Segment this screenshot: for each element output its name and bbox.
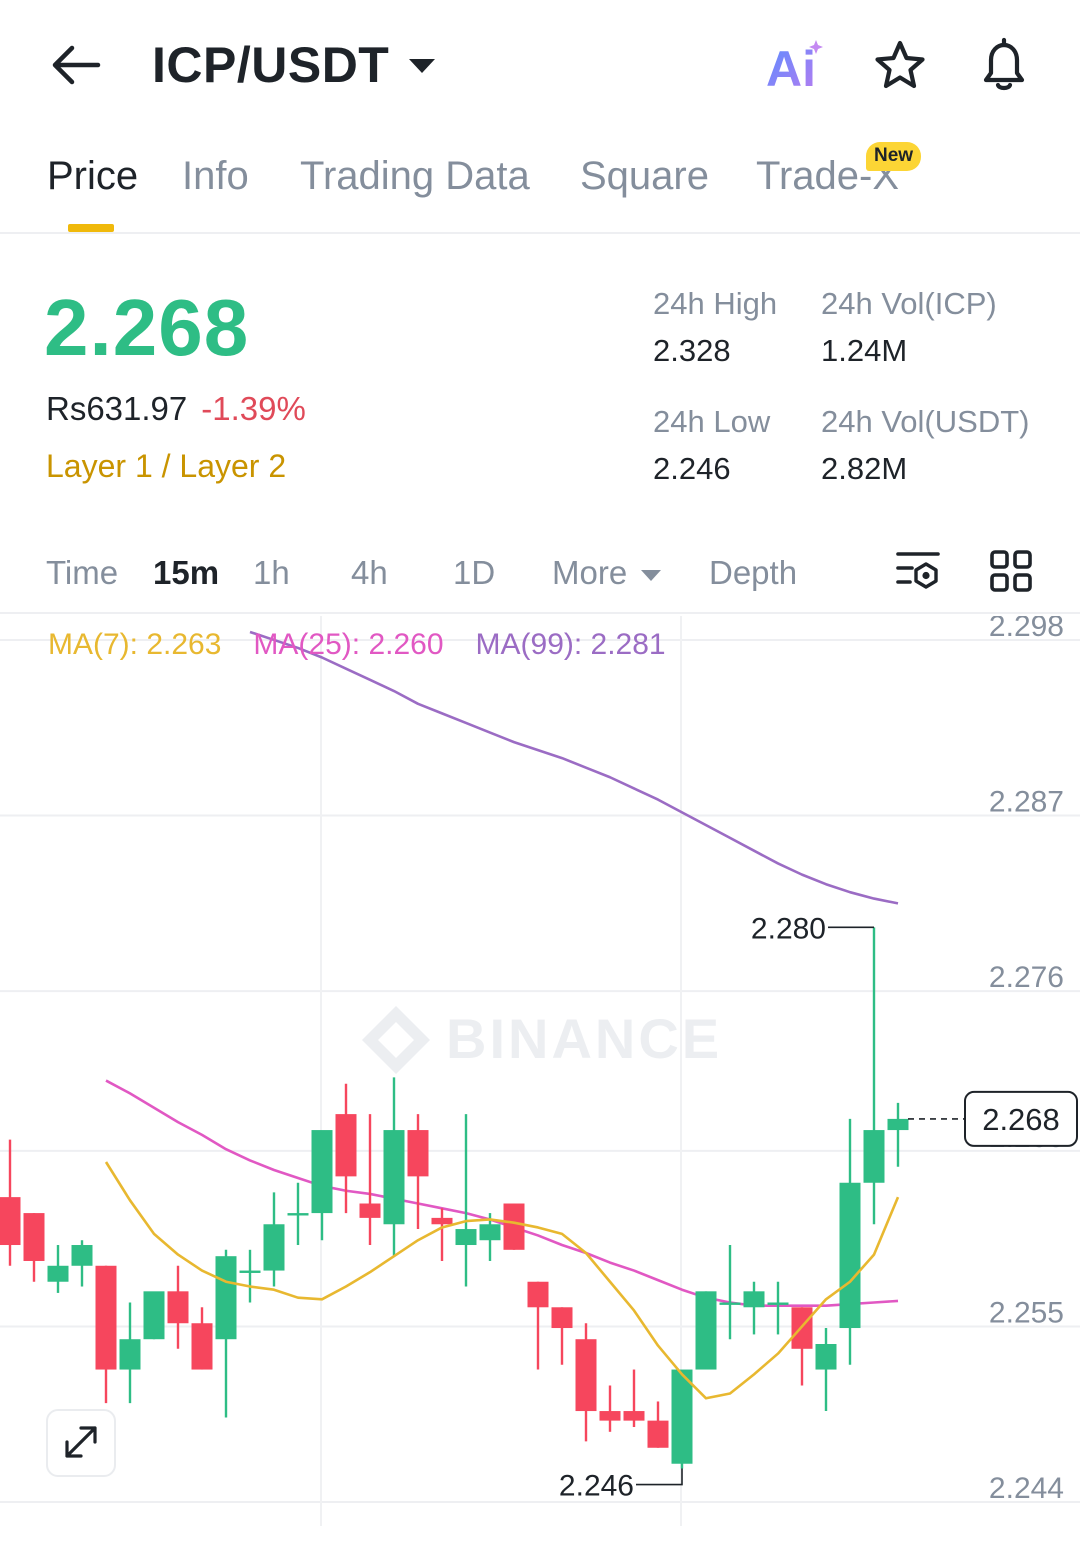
candle-body (311, 1130, 333, 1214)
interval-15m[interactable]: 15m (153, 554, 219, 592)
high-value: 2.328 (653, 333, 731, 368)
chevron-down-icon (409, 59, 436, 73)
candle-body (263, 1224, 285, 1271)
candle-body (167, 1291, 189, 1324)
candle-body (863, 1130, 885, 1183)
candle-body (695, 1291, 717, 1370)
more-label: More (552, 554, 628, 591)
candle-body (47, 1265, 69, 1282)
low-label: 24h Low (653, 404, 771, 439)
active-tab-indicator (68, 224, 114, 232)
pair-title: ICP/USDT (152, 37, 390, 93)
fiat-price: Rs631.97 (46, 390, 188, 427)
tab-trading-data[interactable]: Trading Data (300, 154, 530, 199)
candle-body (527, 1281, 549, 1308)
candle-body (815, 1344, 837, 1370)
y-tick-label: 2.287 (989, 786, 1064, 819)
y-axis-labels: 2.2982.2872.2762.2662.2552.244 (989, 616, 1064, 1505)
chart-watermark: BINANCE (446, 1007, 722, 1070)
pair-selector[interactable]: ICP/USDT (152, 36, 436, 94)
ma99-value: MA(99): 2.281 (475, 628, 666, 661)
bell-icon[interactable] (976, 36, 1032, 94)
favorite-star-icon[interactable] (872, 38, 928, 94)
vol-usdt-value: 2.82M (821, 451, 908, 486)
interval-1d[interactable]: 1D (453, 554, 495, 592)
candle-body (119, 1339, 141, 1370)
candle-body (407, 1130, 429, 1177)
candle-body (23, 1213, 45, 1261)
category-tag[interactable]: Layer 1 / Layer 2 (46, 448, 286, 485)
tab-price[interactable]: Price (47, 154, 138, 199)
candle-body (719, 1302, 741, 1305)
depth-tab[interactable]: Depth (709, 554, 797, 592)
candle-body (623, 1411, 645, 1421)
candle-body (0, 1197, 21, 1246)
candle-body (359, 1203, 381, 1218)
y-tick-label: 2.244 (989, 1472, 1064, 1505)
watermark-logo (362, 1006, 430, 1074)
new-badge: New (866, 142, 922, 171)
interval-1h[interactable]: 1h (253, 554, 290, 592)
interval-4h[interactable]: 4h (351, 554, 388, 592)
low-marker-line (636, 1468, 683, 1486)
chevron-down-icon (641, 569, 662, 581)
candle-body (71, 1245, 93, 1266)
interval-more[interactable]: More (552, 554, 662, 592)
ma99-path (249, 630, 899, 905)
high-marker-label: 2.280 (751, 912, 826, 945)
top-bar: ICP/USDT Ai (0, 0, 1080, 130)
tab-info[interactable]: Info (182, 154, 249, 199)
y-tick-label: 2.298 (989, 616, 1064, 643)
candle-body (287, 1213, 309, 1216)
candle-body (479, 1224, 501, 1241)
candle-body (143, 1291, 165, 1340)
candle-body (335, 1114, 357, 1177)
ma99-line (249, 630, 899, 905)
low-marker-label: 2.246 (559, 1470, 634, 1503)
candle-body (215, 1256, 237, 1340)
fiat-price-row: Rs631.97 -1.39% (46, 390, 306, 428)
back-arrow-icon[interactable] (48, 40, 104, 90)
y-tick-label: 2.276 (989, 961, 1064, 994)
candle-body (551, 1307, 573, 1329)
candle-body (767, 1302, 789, 1305)
candle-body (503, 1203, 525, 1250)
ai-assistant-icon[interactable]: Ai (766, 38, 830, 94)
tab-square[interactable]: Square (580, 154, 709, 199)
candle-body (431, 1217, 453, 1225)
vol-icp-label: 24h Vol(ICP) (821, 286, 997, 321)
vol-usdt-label: 24h Vol(USDT) (821, 404, 1030, 439)
price-change-percent: -1.39% (201, 390, 306, 427)
candle-body (671, 1369, 693, 1464)
interval-time[interactable]: Time (46, 554, 118, 592)
chart-grid (0, 616, 1080, 1526)
candle-body (599, 1411, 621, 1421)
high-label: 24h High (653, 286, 778, 321)
expand-icon (65, 1426, 97, 1458)
ma7-value: MA(7): 2.263 (48, 628, 222, 661)
indicator-settings-icon[interactable] (894, 548, 942, 594)
ma25-value: MA(25): 2.260 (253, 628, 444, 661)
current-price-label: 2.268 (982, 1102, 1060, 1137)
low-value: 2.246 (653, 451, 731, 486)
candle-body (191, 1323, 213, 1370)
last-price: 2.268 (44, 283, 250, 372)
candle-body (95, 1265, 117, 1370)
candle-body (383, 1130, 405, 1225)
ma-legend: MA(7): 2.263 MA(25): 2.260 MA(99): 2.281 (48, 628, 666, 662)
y-tick-label: 2.255 (989, 1296, 1064, 1329)
candle-body (239, 1270, 261, 1273)
candle-body (887, 1118, 909, 1131)
candle-body (575, 1339, 597, 1412)
tab-bar: Price Info Trading Data Square Trade-X (0, 130, 1080, 234)
layout-grid-icon[interactable] (988, 548, 1034, 594)
candlestick-chart[interactable]: BINANCE 2.2982.2872.2762.2662.2552.244 2… (0, 616, 1080, 1526)
candle-body (743, 1291, 765, 1308)
candle-body (647, 1420, 669, 1448)
candle-body (455, 1229, 477, 1246)
candle-body (839, 1182, 861, 1329)
vol-icp-value: 1.24M (821, 333, 908, 368)
ai-label: Ai (766, 41, 816, 94)
fullscreen-button[interactable] (46, 1409, 116, 1477)
